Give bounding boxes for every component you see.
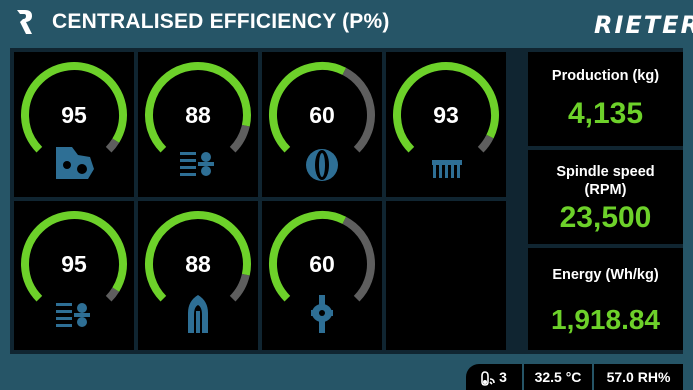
brand-logo: RIETER	[594, 11, 693, 39]
gauge-track	[105, 138, 120, 153]
header-bar: CENTRALISED EFFICIENCY (P%) RIETER	[0, 0, 693, 44]
roving-bobbin-icon	[306, 149, 338, 181]
gauge-track	[229, 273, 250, 302]
gauge-value: 88	[185, 102, 211, 128]
gauge-value: 60	[309, 102, 335, 128]
page-title: CENTRALISED EFFICIENCY (P%)	[52, 10, 390, 33]
gauge-tile-comber[interactable]: 93	[386, 52, 506, 197]
spindle-speed-label: Spindle speed	[556, 164, 655, 180]
gauge-value: 60	[309, 251, 335, 277]
gauge-tile-roving[interactable]: 60	[262, 52, 382, 197]
production-value: 4,135	[567, 97, 644, 130]
rieter-logo-icon	[17, 10, 32, 34]
gauge-track	[105, 287, 120, 302]
draw-frame-icon	[56, 303, 90, 327]
temperature-readout: 32.5 °C	[524, 364, 592, 390]
gauge-value: 93	[433, 102, 459, 128]
energy-label: Energy (Wh/kg)	[552, 267, 659, 283]
fan-alarm-icon	[481, 371, 495, 387]
alarm-indicator[interactable]: 3	[466, 364, 522, 390]
energy-panel: Energy (Wh/kg) 1,918.84	[528, 248, 683, 350]
spindle-speed-value: 23,500	[559, 201, 652, 234]
humidity-readout: 57.0 RH%	[594, 364, 683, 390]
gauge-value: 95	[61, 251, 87, 277]
gauge-value: 95	[61, 102, 87, 128]
spindle-icon	[311, 295, 333, 333]
gauge-value: 88	[185, 251, 211, 277]
gauge-track	[477, 134, 494, 153]
status-bar: 3 32.5 °C 57.0 RH%	[0, 358, 693, 390]
gauge-tile-blowroom[interactable]: 95	[14, 52, 134, 197]
blowroom-machine-icon	[56, 147, 94, 179]
spindle-speed-panel: Spindle speed (RPM) 23,500	[528, 150, 683, 244]
gauge-tile-carding[interactable]: 88	[138, 52, 258, 197]
production-panel: Production (kg) 4,135	[528, 52, 683, 146]
gauge-tile-drawframe[interactable]: 95	[14, 201, 134, 350]
empty-tile	[386, 201, 506, 350]
production-label: Production (kg)	[551, 68, 660, 84]
spindle-speed-unit: (RPM)	[584, 182, 627, 198]
energy-value: 1,918.84	[551, 304, 660, 335]
alarm-count: 3	[499, 369, 507, 385]
dashboard-panel: 95 88 60 93 95 88 60 Production (kg) 4,1…	[10, 48, 683, 354]
gauge-tile-spindle[interactable]: 60	[262, 201, 382, 350]
gauge-track	[229, 124, 250, 153]
carding-machine-icon	[180, 152, 214, 176]
gauge-tile-ringspinning[interactable]: 88	[138, 201, 258, 350]
comber-icon	[432, 160, 462, 178]
spinning-cop-icon	[188, 295, 208, 333]
